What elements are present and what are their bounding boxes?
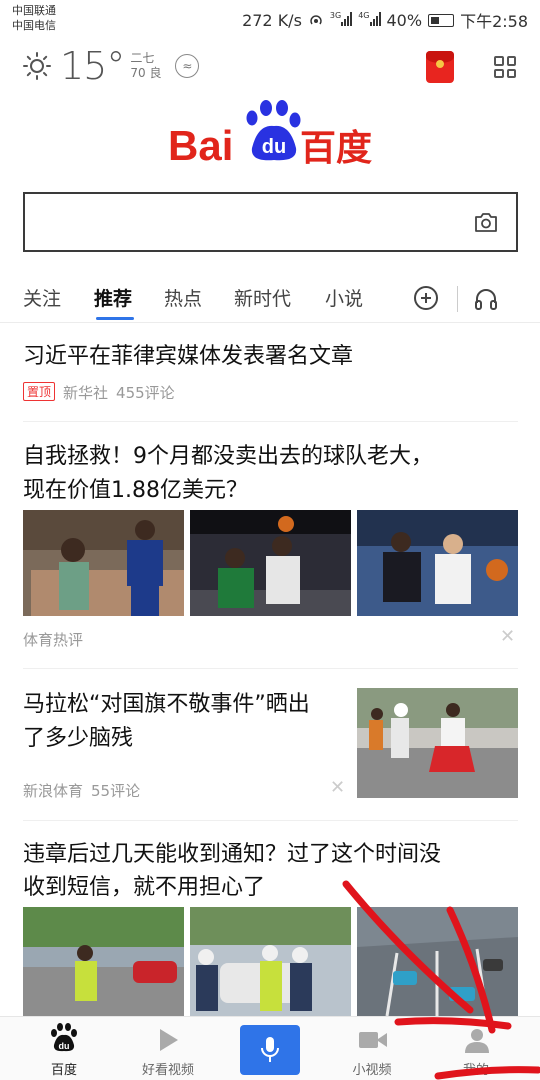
red-packet-icon[interactable] xyxy=(426,51,454,83)
paw-icon: du xyxy=(246,100,301,161)
baidu-home-screen: 中国联通 中国电信 272 K/s 3G 4G 40% 下午2:58 15° 二… xyxy=(0,0,540,1080)
status-bar: 中国联通 中国电信 272 K/s 3G 4G 40% 下午2:58 xyxy=(0,0,540,38)
signal-bars-1-icon xyxy=(341,11,353,26)
signal-1: 3G xyxy=(329,10,353,30)
logo-text-chinese: 百度 xyxy=(300,128,372,168)
feed-divider xyxy=(23,668,518,669)
nav-videos[interactable]: 好看视频 xyxy=(114,1017,222,1080)
feed-tabs: 关注 推荐 热点 新时代 小说 xyxy=(0,276,540,322)
news-image[interactable] xyxy=(23,510,184,616)
tab-hot[interactable]: 热点 xyxy=(164,284,202,311)
search-box[interactable] xyxy=(23,192,518,252)
news-image[interactable] xyxy=(357,688,518,798)
dismiss-icon[interactable]: ✕ xyxy=(330,777,345,798)
hotspot-icon xyxy=(310,15,322,25)
dismiss-icon[interactable]: ✕ xyxy=(500,626,515,647)
news-image[interactable] xyxy=(190,907,351,1016)
news-image[interactable] xyxy=(357,510,518,616)
logo-paw-text: du xyxy=(262,136,286,158)
weather-widget[interactable]: 15° 二七 70 良 ≈ xyxy=(22,44,200,88)
network-type-1: 3G xyxy=(329,10,342,20)
nav-short-video[interactable]: 小视频 xyxy=(318,1017,426,1080)
nav-mine[interactable]: 我的 xyxy=(422,1017,530,1080)
baidu-logo: Bai du 百度 xyxy=(168,100,372,168)
news-meta: 置顶 新华社 455评论 xyxy=(23,382,183,403)
battery-percent: 40% xyxy=(386,10,423,30)
add-tab-icon[interactable] xyxy=(414,286,438,310)
news-image[interactable] xyxy=(357,907,518,1016)
comment-count: 455评论 xyxy=(116,384,175,402)
tab-novel[interactable]: 小说 xyxy=(325,284,363,311)
status-indicators: 272 K/s 3G 4G 40% 下午2:58 xyxy=(242,8,528,32)
baidu-paw-icon: du xyxy=(51,1023,77,1052)
voice-search-button[interactable] xyxy=(240,1025,300,1075)
temperature: 15° xyxy=(60,44,125,88)
tab-follow[interactable]: 关注 xyxy=(23,284,61,311)
signal-bars-2-icon xyxy=(369,11,381,26)
carrier-2: 中国电信 xyxy=(12,19,56,32)
bottom-navigation: du 百度 好看视频 小视频 我的 xyxy=(0,1016,540,1080)
nav-short-video-label: 小视频 xyxy=(352,1063,392,1078)
carrier-1: 中国联通 xyxy=(12,4,56,17)
nav-videos-label: 好看视频 xyxy=(141,1063,194,1078)
network-speed: 272 K/s xyxy=(242,10,302,30)
news-image[interactable] xyxy=(23,907,184,1016)
apps-grid-icon[interactable] xyxy=(494,56,516,78)
carrier-names: 中国联通 中国电信 xyxy=(12,3,56,33)
clock: 下午2:58 xyxy=(460,12,528,31)
sun-icon xyxy=(23,52,51,80)
news-title-line-1[interactable]: 马拉松“对国旗不敬事件”晒出 xyxy=(23,688,310,722)
pinned-badge: 置顶 xyxy=(23,382,56,401)
search-input[interactable] xyxy=(35,204,455,240)
news-title-line-1[interactable]: 自我拯救！9个月都没卖出去的球队老大， xyxy=(23,440,433,474)
video-camera-icon xyxy=(359,1032,387,1048)
camera-icon[interactable] xyxy=(474,211,498,233)
feed-divider xyxy=(23,820,518,821)
news-image[interactable] xyxy=(190,510,351,616)
nav-mine-label: 我的 xyxy=(462,1063,489,1078)
news-title-line-2[interactable]: 了多少脑残 xyxy=(23,722,133,756)
news-source: 体育热评 xyxy=(23,631,84,649)
profile-icon xyxy=(465,1029,489,1053)
signal-2: 4G xyxy=(358,10,381,30)
comment-count: 55评论 xyxy=(91,782,141,800)
network-type-2: 4G xyxy=(358,10,370,20)
nav-home[interactable]: du 百度 xyxy=(10,1017,118,1080)
news-source: 新华社 xyxy=(63,384,109,402)
logo-text-bai: Bai xyxy=(168,122,233,168)
news-title-line-1[interactable]: 违章后过几天能收到通知？过了这个时间没 xyxy=(23,838,441,872)
lunar-date: 二七 xyxy=(130,51,155,65)
nav-home-icon-text: du xyxy=(59,1041,70,1051)
battery-icon xyxy=(428,13,455,27)
microphone-icon xyxy=(261,1037,279,1062)
air-quality-icon[interactable]: ≈ xyxy=(175,54,200,78)
weather-details: 二七 70 良 xyxy=(130,51,161,81)
play-icon xyxy=(160,1029,178,1051)
headphone-icon[interactable] xyxy=(472,285,500,313)
news-title[interactable]: 习近平在菲律宾媒体发表署名文章 xyxy=(23,340,353,374)
air-quality: 70 良 xyxy=(130,66,162,80)
news-meta: 新浪体育 55评论 xyxy=(23,780,148,801)
tab-recommended[interactable]: 推荐 xyxy=(94,284,132,311)
tab-new-era[interactable]: 新时代 xyxy=(234,284,291,311)
news-title-line-2[interactable]: 现在价值1.88亿美元？ xyxy=(23,474,248,508)
news-title-line-2[interactable]: 收到短信，就不用担心了 xyxy=(23,871,265,905)
tabs-bottom-border xyxy=(0,322,540,323)
tab-divider xyxy=(457,286,458,312)
nav-home-label: 百度 xyxy=(50,1063,77,1078)
active-tab-indicator xyxy=(96,317,134,320)
feed-divider xyxy=(23,421,518,422)
news-source: 新浪体育 xyxy=(23,782,84,800)
